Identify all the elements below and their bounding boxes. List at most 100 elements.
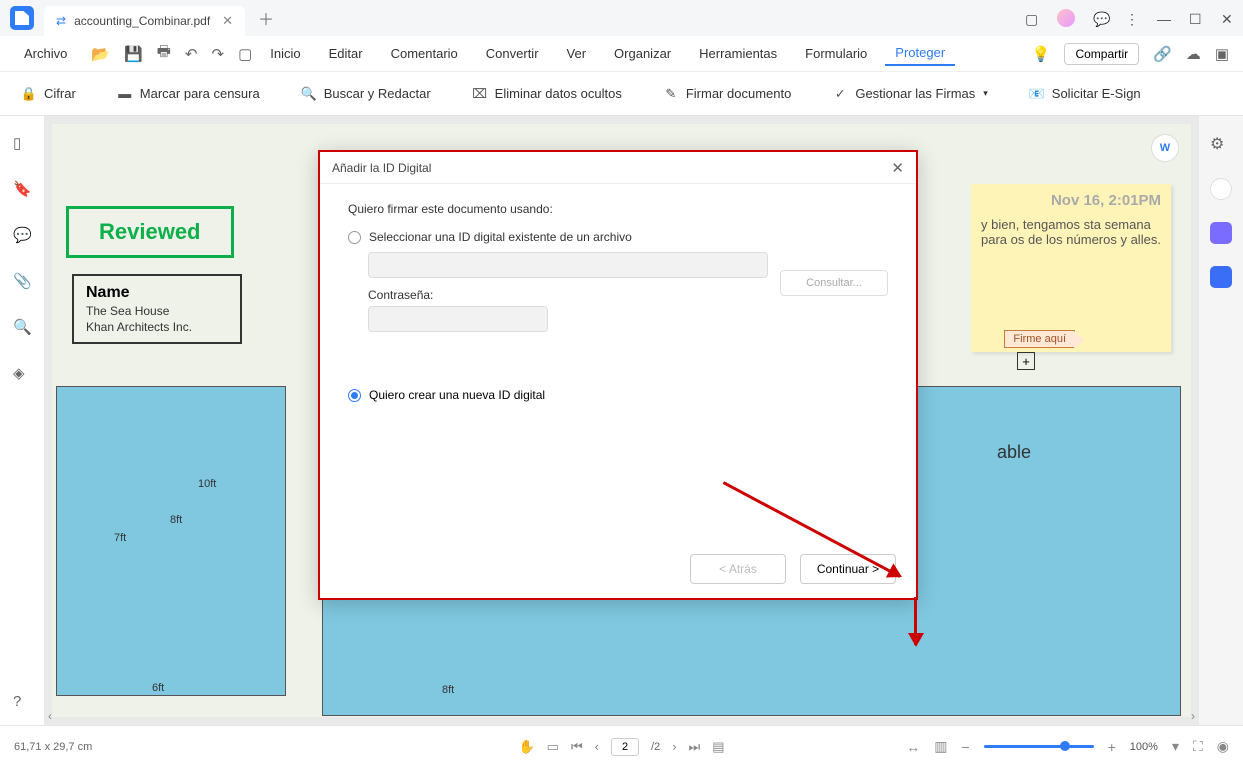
thumbnails-icon[interactable]: ▯ xyxy=(13,134,31,152)
menu-herramientas[interactable]: Herramientas xyxy=(689,42,787,65)
close-window-button[interactable]: ✕ xyxy=(1221,11,1235,25)
menu-comentario[interactable]: Comentario xyxy=(381,42,468,65)
cloud-icon[interactable]: ☁ xyxy=(1186,45,1201,63)
zoom-percent: 100% xyxy=(1130,741,1158,753)
measure-6ft: 6ft xyxy=(152,682,164,694)
scroll-left-icon[interactable]: ‹ xyxy=(48,709,52,723)
first-page-icon[interactable]: ⏮ xyxy=(571,739,583,755)
redo-icon[interactable]: ↷ xyxy=(211,45,224,63)
menu-bar: Archivo 📂 💾 🖶 ↶ ↷ ▢ Inicio Editar Coment… xyxy=(0,36,1243,72)
prev-page-icon[interactable]: ‹ xyxy=(595,739,599,754)
reading-mode-icon[interactable]: ◉ xyxy=(1217,738,1229,755)
document-tab[interactable]: ⇄ accounting_Combinar.pdf ✕ xyxy=(44,6,245,36)
user-avatar[interactable] xyxy=(1057,9,1075,27)
bookmark-icon[interactable]: 🔖 xyxy=(13,180,31,198)
horizontal-scroll: ‹ › xyxy=(48,709,1195,723)
radio-icon xyxy=(348,231,361,244)
name-box: Name The Sea House Khan Architects Inc. xyxy=(72,274,242,344)
font-icon[interactable] xyxy=(1210,222,1232,244)
title-bar: ⇄ accounting_Combinar.pdf ✕ ＋ ▢ 💬 ⋮ — ☐ … xyxy=(0,0,1243,36)
layers-icon[interactable]: ◈ xyxy=(13,364,31,382)
measure-8ft-b: 8ft xyxy=(442,684,454,696)
zoom-out-icon[interactable]: − xyxy=(961,739,969,755)
radio-new-id[interactable]: Quiero crear una nueva ID digital xyxy=(348,388,888,402)
esign-icon: 📧 xyxy=(1028,85,1046,103)
maximize-button[interactable]: ☐ xyxy=(1189,11,1203,25)
radio-existing-id[interactable]: Seleccionar una ID digital existente de … xyxy=(348,230,888,244)
menu-editar[interactable]: Editar xyxy=(319,42,373,65)
ai-icon[interactable] xyxy=(1210,178,1232,200)
zoom-slider[interactable] xyxy=(984,745,1094,748)
settings-slider-icon[interactable]: ⚙ xyxy=(1210,134,1232,156)
menu-organizar[interactable]: Organizar xyxy=(604,42,681,65)
plus-box-icon[interactable]: + xyxy=(1017,352,1035,370)
view-mode-icon[interactable]: ▤ xyxy=(712,739,724,755)
help-icon[interactable]: ? xyxy=(13,693,31,711)
tool-buscar[interactable]: 🔍Buscar y Redactar xyxy=(300,85,431,103)
tool-firmar[interactable]: ✎Firmar documento xyxy=(662,85,791,103)
attachment-icon[interactable]: 📎 xyxy=(13,272,31,290)
new-tab-button[interactable]: ＋ xyxy=(255,7,277,29)
next-page-icon[interactable]: › xyxy=(672,739,676,754)
dialog-close-button[interactable]: ✕ xyxy=(891,159,904,177)
menu-archivo[interactable]: Archivo xyxy=(14,42,77,65)
tab-close-button[interactable]: ✕ xyxy=(222,13,233,29)
left-panel: ▯ 🔖 💬 📎 🔍 ◈ ? xyxy=(0,116,44,725)
app-logo-icon xyxy=(10,6,34,30)
last-page-icon[interactable]: ⏭ xyxy=(689,739,701,755)
fit-page-icon[interactable]: ▥ xyxy=(934,738,947,755)
password-input[interactable] xyxy=(368,306,548,332)
app-icon[interactable]: ▣ xyxy=(1215,45,1229,63)
word-badge-icon[interactable]: W xyxy=(1151,134,1179,162)
link-icon[interactable]: 🔗 xyxy=(1153,45,1172,63)
measure-7ft: 7ft xyxy=(114,532,126,544)
open-icon[interactable]: 📂 xyxy=(91,45,110,63)
sign-here-tag[interactable]: Firme aquí xyxy=(1004,330,1075,348)
continue-button[interactable]: Continuar > xyxy=(800,554,896,584)
select-tool-icon[interactable]: ▭ xyxy=(547,739,559,755)
tool-eliminar[interactable]: ⌧Eliminar datos ocultos xyxy=(471,85,622,103)
search-panel-icon[interactable]: 🔍 xyxy=(13,318,31,336)
hand-tool-icon[interactable]: ✋ xyxy=(518,739,534,755)
consult-button[interactable]: Consultar... xyxy=(780,270,888,296)
fit-width-icon[interactable]: ↔ xyxy=(906,739,920,755)
file-path-input[interactable] xyxy=(368,252,768,278)
scroll-right-icon[interactable]: › xyxy=(1191,709,1195,723)
tool-esign[interactable]: 📧Solicitar E-Sign xyxy=(1028,85,1141,103)
zoom-in-icon[interactable]: + xyxy=(1108,739,1116,755)
tool-gestionar[interactable]: ✓Gestionar las Firmas▾ xyxy=(831,85,987,103)
menu-formulario[interactable]: Formulario xyxy=(795,42,877,65)
minimize-button[interactable]: — xyxy=(1157,11,1171,25)
manage-sign-icon: ✓ xyxy=(831,85,849,103)
add-digital-id-dialog: Añadir la ID Digital ✕ Quiero firmar est… xyxy=(318,150,918,600)
print-icon[interactable]: 🖶 xyxy=(157,41,171,66)
undo-icon[interactable]: ↶ xyxy=(185,45,198,63)
menu-proteger[interactable]: Proteger xyxy=(885,41,955,66)
name-line1: The Sea House xyxy=(86,304,228,318)
annotation-arrow-2 xyxy=(914,597,917,645)
search-redact-icon: 🔍 xyxy=(300,85,318,103)
kebab-menu-icon[interactable]: ⋮ xyxy=(1125,11,1139,25)
share-button[interactable]: Compartir xyxy=(1064,43,1139,65)
tool-censura[interactable]: ▬Marcar para censura xyxy=(116,85,260,103)
menu-convertir[interactable]: Convertir xyxy=(476,42,549,65)
fullscreen-icon[interactable]: ⛶ xyxy=(1193,738,1203,755)
blueprint-left xyxy=(56,386,286,696)
panel2-icon[interactable]: ▢ xyxy=(238,45,252,63)
chat-icon[interactable]: 💬 xyxy=(1093,11,1107,25)
menu-inicio[interactable]: Inicio xyxy=(260,42,310,65)
bulb-icon[interactable]: 💡 xyxy=(1032,45,1051,63)
tool-cifrar[interactable]: 🔒Cifrar xyxy=(20,85,76,103)
check-icon[interactable] xyxy=(1210,266,1232,288)
sticky-note[interactable]: Nov 16, 2:01PM y bien, tengamos sta sema… xyxy=(971,184,1171,352)
zoom-dropdown-icon[interactable]: ▾ xyxy=(1172,738,1179,755)
reviewed-stamp: Reviewed xyxy=(66,206,234,258)
menu-ver[interactable]: Ver xyxy=(557,42,597,65)
comment-panel-icon[interactable]: 💬 xyxy=(13,226,31,244)
radio-existing-label: Seleccionar una ID digital existente de … xyxy=(369,230,632,244)
dialog-body: Quiero firmar este documento usando: Sel… xyxy=(320,184,916,420)
panel-icon[interactable]: ▢ xyxy=(1025,11,1039,25)
back-button[interactable]: < Atrás xyxy=(690,554,786,584)
page-input[interactable] xyxy=(611,738,639,756)
save-icon[interactable]: 💾 xyxy=(124,45,143,63)
